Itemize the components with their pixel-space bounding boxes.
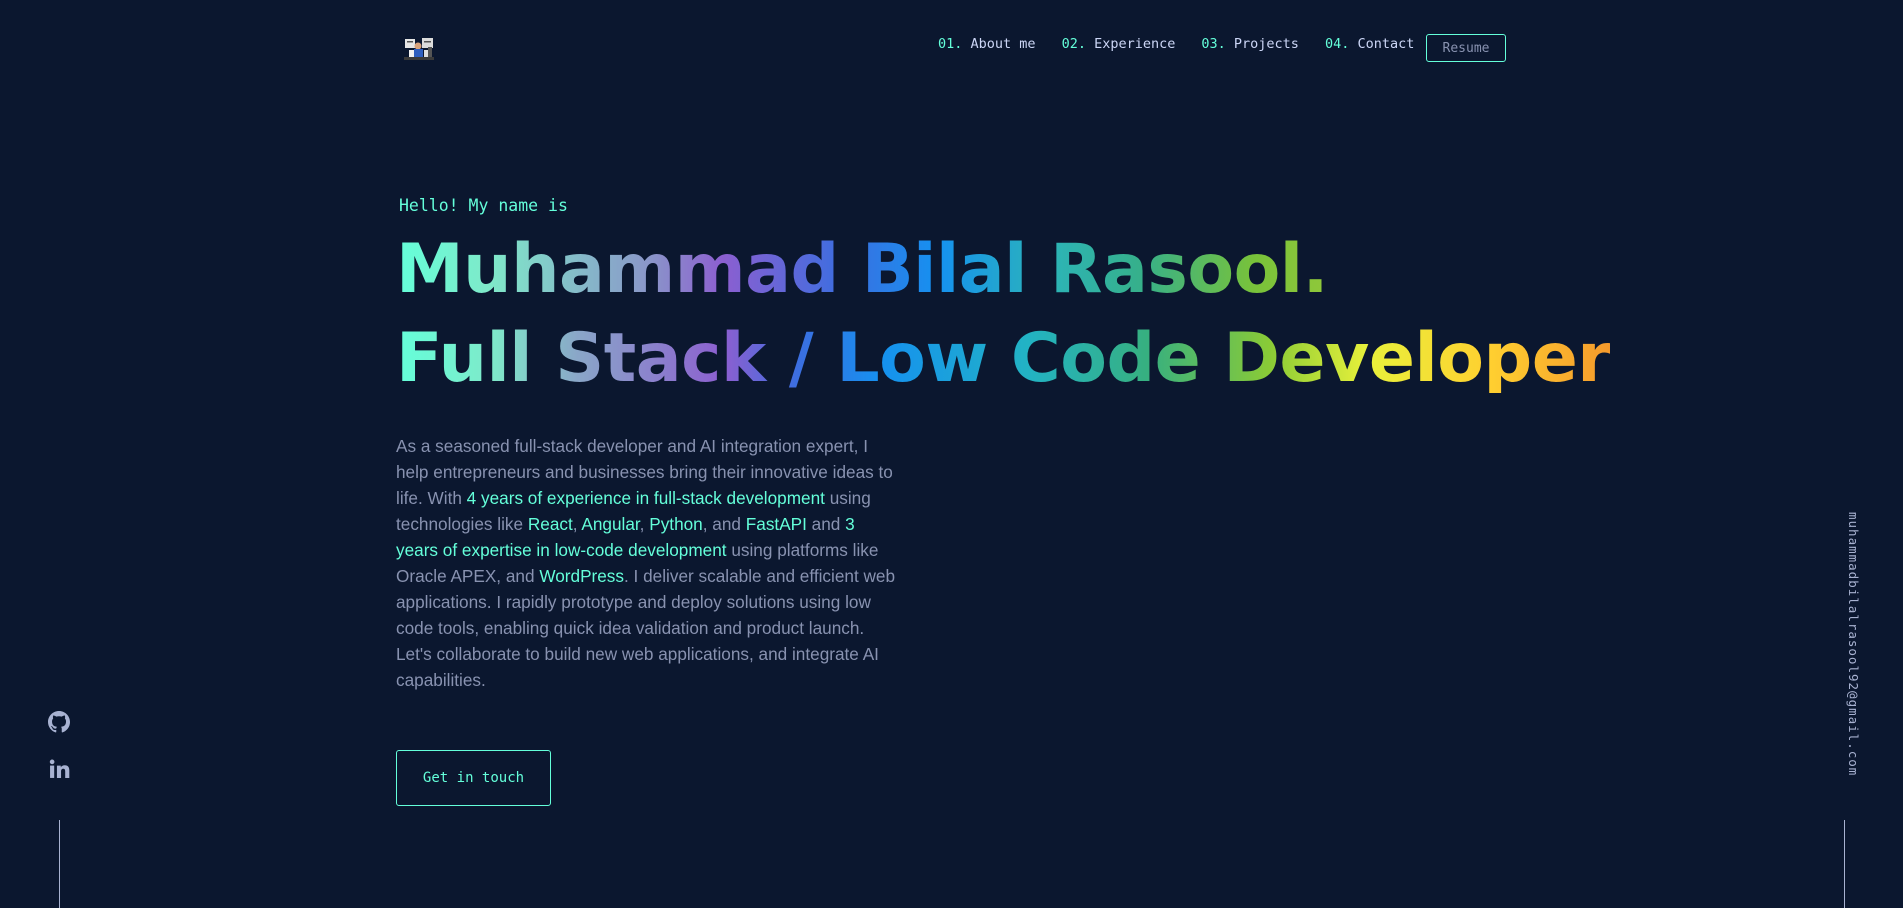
- bio-highlight: WordPress: [539, 566, 624, 586]
- linkedin-icon[interactable]: [48, 758, 70, 780]
- github-icon[interactable]: [48, 711, 70, 733]
- resume-button[interactable]: Resume: [1426, 34, 1506, 62]
- nav-item-label: Projects: [1233, 36, 1299, 52]
- bio-highlight: FastAPI: [745, 514, 807, 534]
- nav-item-projects[interactable]: 03. Projects: [1201, 36, 1299, 52]
- nav-item-number: 04.: [1324, 36, 1350, 52]
- bio-text: ,: [639, 514, 650, 534]
- bio-text: and: [806, 514, 846, 534]
- bio-highlight: Angular: [581, 514, 640, 534]
- left-vertical-line: [59, 820, 60, 908]
- nav-item-label: Contact: [1357, 36, 1415, 52]
- nav-item-number: 01.: [938, 36, 963, 52]
- right-vertical-line: [1844, 820, 1845, 908]
- hero-name: Muhammad Bilal Rasool.: [396, 230, 1328, 309]
- hero-bio: As a seasoned full-stack developer and A…: [396, 433, 896, 693]
- get-in-touch-button[interactable]: Get in touch: [396, 750, 551, 806]
- nav-item-contact[interactable]: 04. Contact: [1325, 36, 1414, 52]
- nav-item-about[interactable]: 01. About me: [938, 36, 1036, 52]
- avatar-logo-icon[interactable]: [402, 35, 436, 63]
- nav-item-number: 02.: [1061, 36, 1086, 52]
- bio-highlight: React: [527, 514, 573, 534]
- nav-item-experience[interactable]: 02. Experience: [1062, 36, 1176, 52]
- hero-greeting: Hello! My name is: [399, 196, 568, 215]
- nav-item-label: About me: [970, 36, 1036, 52]
- bio-highlight: 4 years of experience in full-stack deve…: [466, 488, 825, 508]
- email-link[interactable]: muhammadbilalrasool92@gmail.com: [1846, 512, 1861, 776]
- nav-item-label: Experience: [1094, 36, 1176, 52]
- nav-item-number: 03.: [1201, 36, 1226, 52]
- bio-highlight: Python: [649, 514, 703, 534]
- portfolio-page: 01. About me 02. Experience 03. Projects…: [0, 0, 1903, 908]
- main-nav: 01. About me 02. Experience 03. Projects…: [938, 36, 1440, 52]
- hero-role: Full Stack / Low Code Developer: [396, 319, 1611, 398]
- bio-text: , and: [702, 514, 746, 534]
